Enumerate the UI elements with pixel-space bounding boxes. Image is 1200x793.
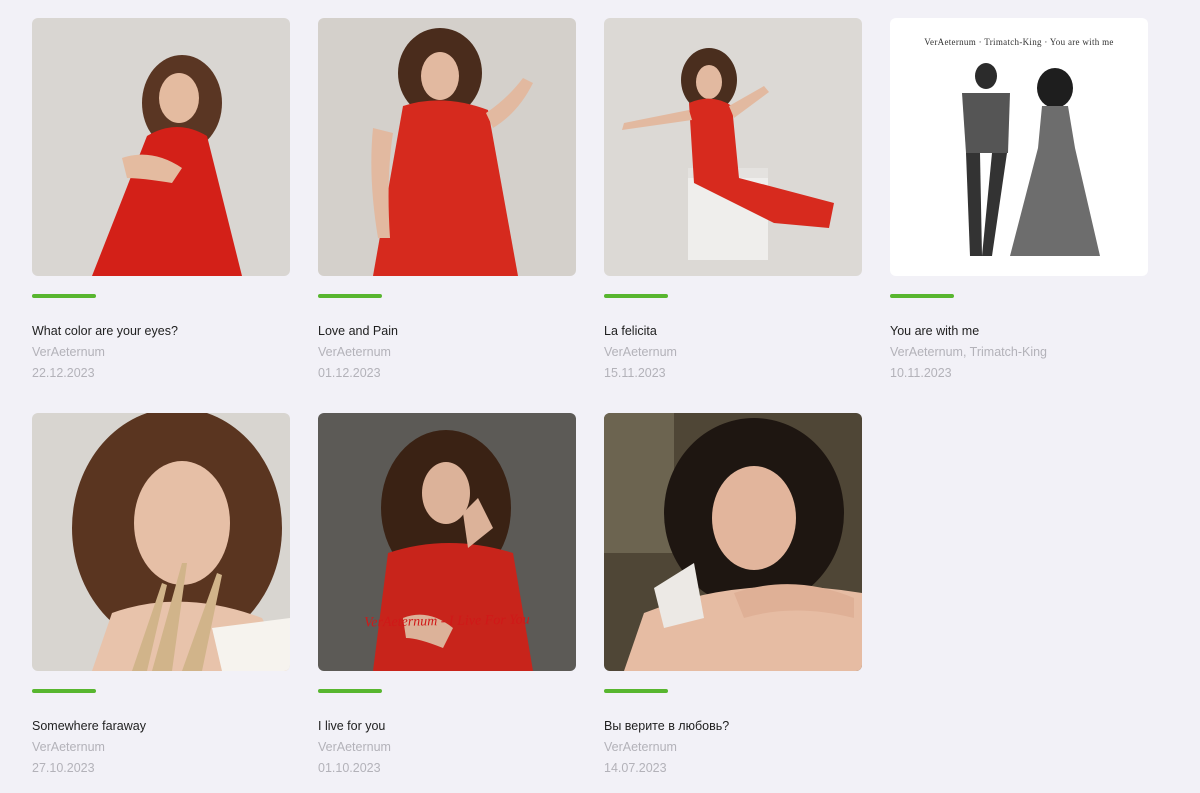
- cover-image[interactable]: VerAeternum · Trimatch-King · You are wi…: [890, 18, 1148, 276]
- release-title[interactable]: Love and Pain: [318, 323, 576, 339]
- release-artist[interactable]: VerAeternum: [318, 344, 576, 360]
- woman-red-dress-photo-icon: [32, 18, 290, 276]
- release-card[interactable]: Love and Pain VerAeternum 01.12.2023: [318, 18, 576, 381]
- release-artist[interactable]: VerAeternum: [604, 739, 862, 755]
- release-artist[interactable]: VerAeternum: [32, 739, 290, 755]
- accent-bar: [318, 294, 382, 298]
- release-title[interactable]: Somewhere faraway: [32, 718, 290, 734]
- release-title[interactable]: You are with me: [890, 323, 1148, 339]
- woman-seated-dark-photo-icon: [318, 413, 576, 671]
- release-date: 15.11.2023: [604, 366, 666, 380]
- woman-portrait-closeup-photo-icon: [604, 413, 862, 671]
- accent-bar: [604, 294, 668, 298]
- cover-image[interactable]: [318, 18, 576, 276]
- cover-image[interactable]: VerAeternum - I Live For You: [318, 413, 576, 671]
- release-date: 01.10.2023: [318, 761, 381, 775]
- cover-image[interactable]: [604, 413, 862, 671]
- release-date: 01.12.2023: [318, 366, 381, 380]
- woman-seated-on-cube-photo-icon: [604, 18, 862, 276]
- release-artist[interactable]: VerAeternum, Trimatch-King: [890, 344, 1148, 360]
- release-title[interactable]: La felicita: [604, 323, 862, 339]
- release-date: 10.11.2023: [890, 366, 952, 380]
- accent-bar: [32, 294, 96, 298]
- release-date: 14.07.2023: [604, 761, 667, 775]
- couple-bw-photo-icon: [890, 18, 1148, 276]
- accent-bar: [318, 689, 382, 693]
- release-card[interactable]: VerAeternum · Trimatch-King · You are wi…: [890, 18, 1148, 381]
- release-grid: What color are your eyes? VerAeternum 22…: [0, 0, 1200, 793]
- accent-bar: [604, 689, 668, 693]
- release-date: 27.10.2023: [32, 761, 95, 775]
- release-artist[interactable]: VerAeternum: [318, 739, 576, 755]
- woman-red-dress-dancing-photo-icon: [318, 18, 576, 276]
- release-card[interactable]: Вы верите в любовь? VerAeternum 14.07.20…: [604, 413, 862, 776]
- release-title[interactable]: What color are your eyes?: [32, 323, 290, 339]
- cover-image[interactable]: [604, 18, 862, 276]
- release-artist[interactable]: VerAeternum: [32, 344, 290, 360]
- cover-image[interactable]: [32, 18, 290, 276]
- release-date: 22.12.2023: [32, 366, 95, 380]
- accent-bar: [32, 689, 96, 693]
- cover-text: VerAeternum · Trimatch-King · You are wi…: [924, 37, 1114, 47]
- release-card[interactable]: VerAeternum - I Live For You I live for …: [318, 413, 576, 776]
- release-card[interactable]: What color are your eyes? VerAeternum 22…: [32, 18, 290, 381]
- release-card[interactable]: La felicita VerAeternum 15.11.2023: [604, 18, 862, 381]
- release-title[interactable]: Вы верите в любовь?: [604, 718, 862, 734]
- release-title[interactable]: I live for you: [318, 718, 576, 734]
- release-artist[interactable]: VerAeternum: [604, 344, 862, 360]
- release-card[interactable]: Somewhere faraway VerAeternum 27.10.2023: [32, 413, 290, 776]
- woman-portrait-grass-photo-icon: [32, 413, 290, 671]
- accent-bar: [890, 294, 954, 298]
- cover-image[interactable]: [32, 413, 290, 671]
